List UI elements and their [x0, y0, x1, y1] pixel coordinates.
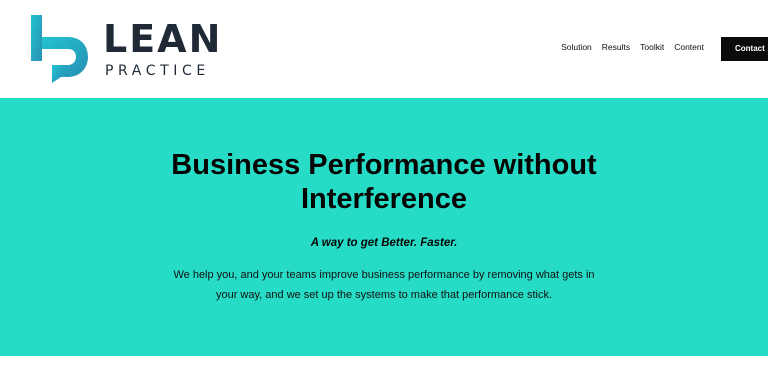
logo-wordmark: LEAN: [103, 17, 223, 61]
contact-button[interactable]: Contact: [721, 37, 768, 61]
nav-item-results[interactable]: Results: [602, 42, 630, 52]
hero-tagline: A way to get Better. Faster.: [310, 237, 458, 249]
main-nav: Solution Results Toolkit Content: [561, 42, 704, 52]
hero-title-line-1: Business Performance without: [171, 149, 597, 181]
page: LEAN PRACTICE Solution Results Toolkit C…: [0, 0, 768, 376]
hero-description: We help you, and your teams improve busi…: [170, 265, 598, 305]
lp-monogram-icon: [31, 15, 88, 83]
site-logo[interactable]: LEAN PRACTICE: [30, 15, 240, 85]
hero-description-line-1: We help you, and your teams improve busi…: [173, 269, 595, 281]
nav-item-toolkit[interactable]: Toolkit: [640, 42, 664, 52]
nav-item-content[interactable]: Content: [674, 42, 704, 52]
hero-title-line-2: Interference: [300, 183, 467, 215]
hero-section: Business Performance without Interferenc…: [0, 98, 768, 356]
logo-subtitle: PRACTICE: [105, 63, 210, 79]
nav-item-solution[interactable]: Solution: [561, 42, 592, 52]
page-bottom-strip: [0, 356, 768, 376]
hero-title: Business Performance without Interferenc…: [0, 148, 768, 216]
site-header: LEAN PRACTICE Solution Results Toolkit C…: [0, 0, 768, 98]
hero-description-line-2: your way, and we set up the systems to m…: [215, 289, 553, 301]
